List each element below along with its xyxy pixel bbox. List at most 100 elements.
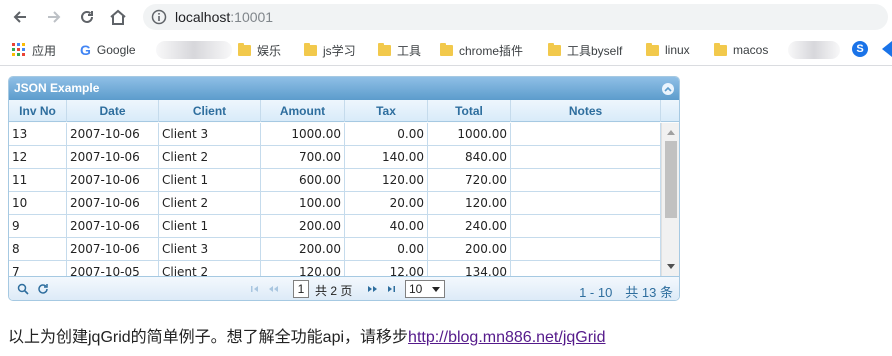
google-g-icon: G (80, 42, 91, 58)
cell-total: 200.00 (428, 238, 511, 261)
bookmark-folder-4[interactable]: chrome插件 (440, 38, 523, 62)
prev-page-icon[interactable] (267, 283, 279, 295)
page-note: 以上为创建jqGrid的简单例子。想了解全功能api，请移步http://blo… (8, 329, 606, 346)
cell-inv-no: 9 (9, 215, 67, 238)
cell-total: 240.00 (428, 215, 511, 238)
bookmark-folder-2[interactable]: js学习 (304, 38, 356, 62)
table-row[interactable]: 10 2007-10-06 Client 2 100.00 20.00 120.… (9, 192, 661, 215)
next-page-icon[interactable] (367, 283, 379, 295)
column-header-tax[interactable]: Tax (345, 100, 428, 122)
cell-client: Client 3 (159, 123, 261, 146)
cell-inv-no: 10 (9, 192, 67, 215)
cell-amount: 200.00 (261, 238, 345, 261)
table-row[interactable]: 11 2007-10-06 Client 1 600.00 120.00 720… (9, 169, 661, 192)
reload-icon (81, 10, 93, 23)
table-row[interactable]: 9 2007-10-06 Client 1 200.00 40.00 240.0… (9, 215, 661, 238)
cell-inv-no: 7 (9, 261, 67, 276)
rows-per-page-select[interactable]: 10 (405, 280, 445, 298)
vertical-scrollbar[interactable] (661, 123, 679, 276)
grid-caption: JSON Example (9, 77, 679, 100)
address-bar[interactable]: localhost:10001 (143, 4, 888, 30)
table-row[interactable]: 8 2007-10-06 Client 3 200.00 0.00 200.00 (9, 238, 661, 261)
back-button[interactable] (8, 6, 32, 28)
page-number-input[interactable]: 1 (293, 280, 309, 298)
column-header-inv-no[interactable]: Inv No (9, 100, 67, 122)
cell-client: Client 3 (159, 238, 261, 261)
scroll-up-arrow[interactable] (667, 130, 675, 135)
table-row[interactable]: 12 2007-10-06 Client 2 700.00 140.00 840… (9, 146, 661, 169)
cell-notes (511, 238, 661, 261)
cell-client: Client 1 (159, 169, 261, 192)
column-header-date[interactable]: Date (67, 100, 159, 122)
column-header-notes[interactable]: Notes (511, 100, 661, 122)
bookmark-folder-3[interactable]: 工具 (378, 38, 421, 62)
records-info: 1 - 10 共 13 条 (579, 285, 673, 300)
reload-button[interactable] (75, 6, 99, 28)
jqgrid-blog-link[interactable]: http://blog.mn886.net/jqGrid (408, 329, 605, 346)
cell-inv-no: 11 (9, 169, 67, 192)
forward-button[interactable] (42, 6, 66, 28)
column-header-total[interactable]: Total (428, 100, 511, 122)
cell-notes (511, 123, 661, 146)
column-header-client[interactable]: Client (159, 100, 261, 122)
search-icon[interactable] (17, 283, 29, 295)
cell-tax: 12.00 (345, 261, 428, 276)
cell-tax: 0.00 (345, 238, 428, 261)
cell-amount: 200.00 (261, 215, 345, 238)
chevron-up-icon (664, 86, 672, 92)
cell-amount: 1000.00 (261, 123, 345, 146)
table-row[interactable]: 13 2007-10-06 Client 3 1000.00 0.00 1000… (9, 123, 661, 146)
cell-amount: 120.00 (261, 261, 345, 276)
cell-inv-no: 13 (9, 123, 67, 146)
bookmark-apps[interactable]: 应用 (12, 38, 56, 62)
first-page-icon[interactable] (249, 283, 261, 295)
cell-tax: 0.00 (345, 123, 428, 146)
cell-inv-no: 12 (9, 146, 67, 169)
cell-total: 840.00 (428, 146, 511, 169)
cell-tax: 140.00 (345, 146, 428, 169)
arrow-right-icon (48, 11, 61, 23)
extension-s-icon[interactable]: S (852, 41, 868, 57)
cell-tax: 120.00 (345, 169, 428, 192)
home-button[interactable] (106, 6, 130, 28)
cell-client: Client 2 (159, 261, 261, 276)
refresh-icon[interactable] (37, 283, 49, 295)
cell-client: Client 2 (159, 192, 261, 215)
cell-date: 2007-10-06 (67, 238, 159, 261)
cell-notes (511, 146, 661, 169)
scroll-down-arrow[interactable] (667, 264, 675, 269)
scroll-thumb[interactable] (665, 141, 677, 218)
cell-tax: 20.00 (345, 192, 428, 215)
collapse-button[interactable] (662, 83, 674, 95)
bookmark-folder-7[interactable]: macos (714, 38, 768, 62)
cell-client: Client 1 (159, 215, 261, 238)
grid-body: 13 2007-10-06 Client 3 1000.00 0.00 1000… (9, 123, 661, 276)
cell-date: 2007-10-05 (67, 261, 159, 276)
folder-icon (646, 42, 659, 56)
last-page-icon[interactable] (385, 283, 397, 295)
bookmark-folder-1[interactable]: 娱乐 (238, 38, 281, 62)
cell-date: 2007-10-06 (67, 215, 159, 238)
info-icon[interactable] (151, 9, 167, 25)
apps-grid-icon (12, 43, 25, 56)
bookmark-folder-5[interactable]: 工具byself (548, 38, 622, 62)
column-header-amount[interactable]: Amount (261, 100, 345, 122)
folder-icon (238, 42, 251, 56)
bookmark-google[interactable]: G Google (80, 38, 136, 62)
table-row[interactable]: 7 2007-10-05 Client 2 120.00 12.00 134.0… (9, 261, 661, 276)
cell-amount: 700.00 (261, 146, 345, 169)
cell-notes (511, 215, 661, 238)
dropdown-arrow-icon (432, 287, 440, 292)
url-text: localhost:10001 (175, 9, 274, 25)
blurred-bookmark (788, 41, 840, 59)
cell-client: Client 2 (159, 146, 261, 169)
cell-date: 2007-10-06 (67, 192, 159, 215)
cell-amount: 100.00 (261, 192, 345, 215)
cell-total: 1000.00 (428, 123, 511, 146)
bookmark-folder-6[interactable]: linux (646, 38, 690, 62)
cell-amount: 600.00 (261, 169, 345, 192)
cell-total: 120.00 (428, 192, 511, 215)
cell-notes (511, 261, 661, 276)
cell-inv-no: 8 (9, 238, 67, 261)
cell-notes (511, 192, 661, 215)
